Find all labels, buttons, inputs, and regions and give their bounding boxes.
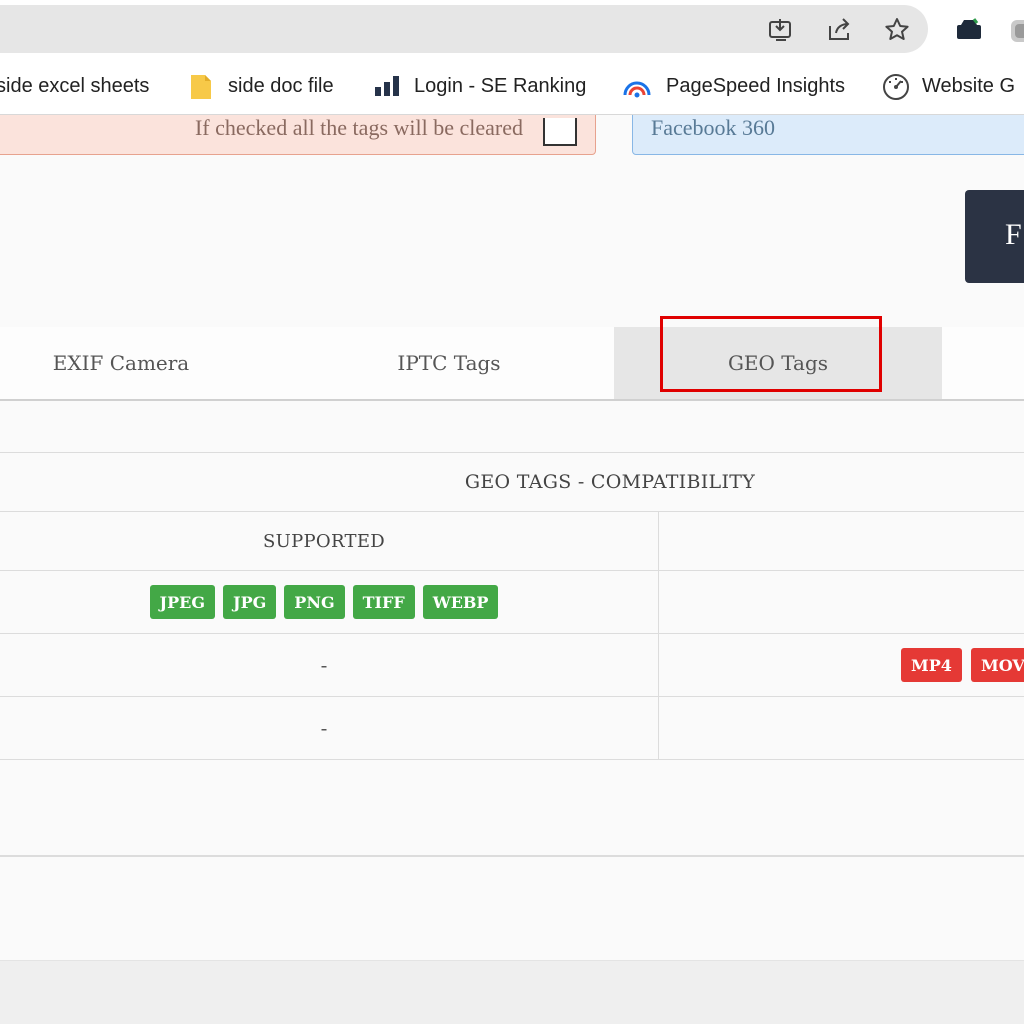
tab-label: EXIF Camera — [52, 351, 190, 375]
format-badge-mp4: MP4 — [901, 648, 962, 682]
gauge-icon — [882, 73, 909, 100]
bookmark-side-doc-file[interactable]: side doc file — [188, 72, 334, 100]
format-badge-jpeg: JPEG — [149, 585, 216, 619]
format-badge-tiff: TIFF — [352, 585, 415, 619]
page-content: If checked all the tags will be cleared … — [0, 115, 1024, 1024]
format-badge-webp: WEBP — [422, 585, 499, 619]
bookmark-website-g[interactable]: Website G — [882, 72, 1015, 100]
bar-chart-icon — [374, 73, 400, 99]
supported-cell: JPEG JPG PNG TIFF WEBP — [0, 571, 659, 633]
info-alert: Facebook 360 — [632, 115, 1024, 155]
pagespeed-icon — [622, 73, 652, 99]
action-button-label: F — [1005, 218, 1022, 251]
table-row: - MP4 MOV — [0, 634, 1024, 697]
supported-cell: - — [0, 634, 659, 696]
bookmark-label: Login - SE Ranking — [414, 74, 587, 97]
action-button[interactable]: F — [965, 190, 1024, 283]
footer-band — [0, 960, 1024, 1024]
clear-tags-alert: If checked all the tags will be cleared — [0, 115, 596, 155]
format-badge-mov: MOV — [971, 648, 1024, 682]
unsupported-cell — [659, 697, 1024, 759]
empty-dash: - — [320, 653, 328, 677]
section-divider — [0, 855, 1024, 857]
bookmark-pagespeed-insights[interactable]: PageSpeed Insights — [622, 72, 845, 100]
bookmarks-bar: side excel sheets side doc file Login - … — [0, 58, 1024, 115]
unsupported-cell: MP4 MOV — [659, 634, 1024, 696]
table-header-row: SUPPORTED — [0, 512, 1024, 571]
tab-geo-tags[interactable]: GEO Tags — [614, 327, 942, 399]
browser-toolbar — [0, 0, 1024, 58]
bookmark-side-excel-sheets[interactable]: side excel sheets — [0, 72, 149, 100]
table-title-row: GEO TAGS - COMPATIBILITY — [0, 453, 1024, 512]
tab-iptc-tags[interactable]: IPTC Tags — [286, 327, 612, 399]
bookmark-label: side doc file — [228, 74, 334, 97]
tab-exif-camera[interactable]: EXIF Camera — [0, 327, 242, 399]
info-alert-text: Facebook 360 — [651, 116, 776, 140]
format-badge-jpg: JPG — [223, 585, 277, 619]
tag-tabs: EXIF Camera IPTC Tags GEO Tags — [0, 327, 1024, 401]
clear-tags-text: If checked all the tags will be cleared — [194, 116, 523, 140]
table-row: - — [0, 697, 1024, 760]
tab-label: GEO Tags — [727, 351, 829, 375]
geo-compatibility-table: GEO TAGS - COMPATIBILITY SUPPORTED JPEG … — [0, 452, 1024, 760]
bookmark-label: PageSpeed Insights — [666, 74, 846, 97]
bookmark-star-icon[interactable] — [882, 15, 912, 45]
tab-label: IPTC Tags — [397, 351, 501, 375]
unsupported-cell — [659, 571, 1024, 633]
format-badge-png: PNG — [284, 585, 345, 619]
bookmark-label: side excel sheets — [0, 74, 150, 97]
supported-cell: - — [0, 697, 659, 759]
folder-icon — [188, 73, 214, 99]
table-title: GEO TAGS - COMPATIBILITY — [464, 471, 756, 493]
bookmark-login-se-ranking[interactable]: Login - SE Ranking — [374, 72, 586, 100]
clear-tags-checkbox[interactable] — [543, 118, 577, 146]
share-icon[interactable] — [824, 15, 854, 45]
unsupported-header-cell — [659, 512, 1024, 570]
supported-header-cell: SUPPORTED — [0, 512, 659, 570]
extension-icon[interactable] — [954, 15, 984, 45]
table-row: JPEG JPG PNG TIFF WEBP — [0, 571, 1024, 634]
install-app-icon[interactable] — [766, 15, 796, 45]
profile-icon[interactable] — [1008, 15, 1024, 45]
empty-dash: - — [320, 716, 328, 740]
supported-header: SUPPORTED — [263, 530, 385, 552]
bookmark-label: Website G — [922, 74, 1015, 97]
